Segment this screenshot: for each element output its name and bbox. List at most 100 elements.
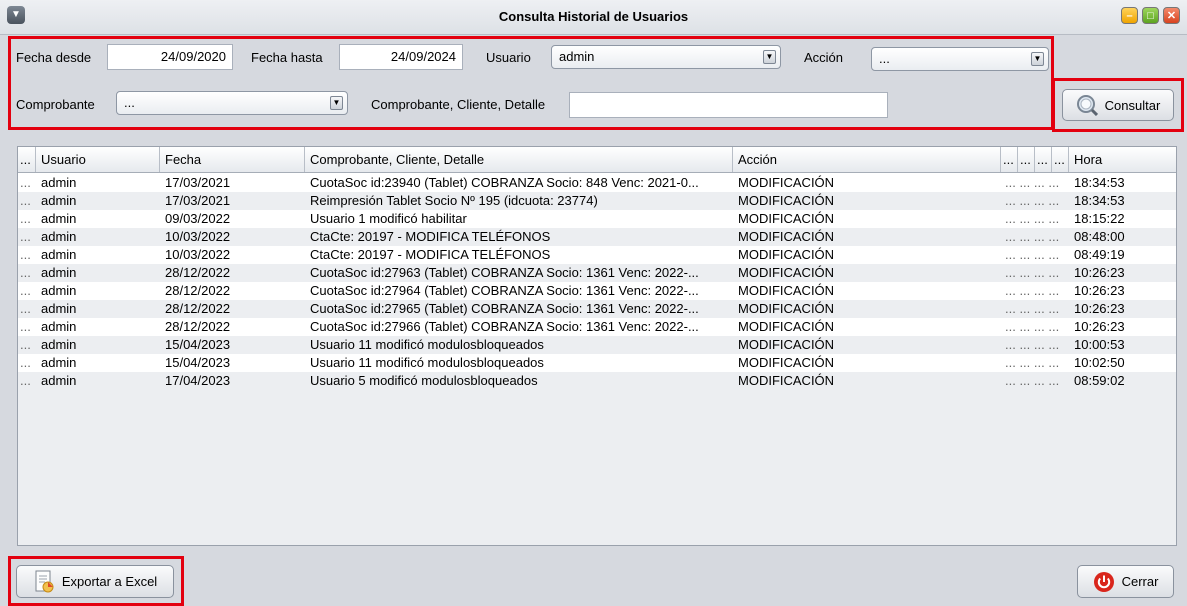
cell-accion: MODIFICACIÓN <box>738 319 835 334</box>
detalle-label: Comprobante, Cliente, Detalle <box>371 97 546 112</box>
cell-hora: 10:26:23 <box>1074 265 1125 280</box>
historial-table[interactable]: ... Usuario Fecha Comprobante, Cliente, … <box>17 146 1177 546</box>
column-header-accion[interactable]: Acción <box>733 147 1001 172</box>
cell-detalle: CtaCte: 20197 - MODIFICA TELÉFONOS <box>310 247 551 262</box>
table-row[interactable]: ... admin 15/04/2023 Usuario 11 modificó mo… <box>18 336 1176 354</box>
column-header-hora[interactable]: Hora <box>1069 147 1176 172</box>
column-header-dots[interactable]: ... <box>1052 147 1069 172</box>
table-row[interactable]: ... admin 17/04/2023 Usuario 5 modificó mod… <box>18 372 1176 390</box>
fecha-hasta-label: Fecha hasta <box>251 50 323 65</box>
cell-dots-group: ... ... ... ... <box>1005 355 1060 370</box>
cell-detalle: Usuario 1 modificó habilitar <box>310 211 467 226</box>
cell-fecha: 28/12/2022 <box>165 283 231 298</box>
column-header-detalle[interactable]: Comprobante, Cliente, Detalle <box>305 147 733 172</box>
cell-detalle: Usuario 11 modificó modulosbloqueados <box>310 337 544 352</box>
table-row[interactable]: ... admin 28/12/2022 CuotaSoc id:27965 (Tab… <box>18 300 1176 318</box>
exportar-excel-button[interactable]: Exportar a Excel <box>16 565 174 598</box>
cell-detalle: CuotaSoc id:23940 (Tablet) COBRANZA Soci… <box>310 175 699 190</box>
column-header-dots[interactable]: ... <box>1001 147 1018 172</box>
cerrar-label: Cerrar <box>1121 574 1159 589</box>
cell-fecha: 17/03/2021 <box>165 175 231 190</box>
cell-fecha: 15/04/2023 <box>165 355 231 370</box>
comprobante-select-value: ... <box>124 95 135 110</box>
cell-detalle: CuotaSoc id:27964 (Tablet) COBRANZA Soci… <box>310 283 699 298</box>
table-header: ... Usuario Fecha Comprobante, Cliente, … <box>18 147 1176 173</box>
accion-select[interactable]: ... ▼ <box>871 47 1049 71</box>
fecha-desde-label: Fecha desde <box>16 50 92 65</box>
cell-dots: ... <box>20 301 31 316</box>
column-header-fecha[interactable]: Fecha <box>160 147 305 172</box>
chevron-down-icon[interactable]: ▼ <box>763 50 776 64</box>
chevron-down-icon[interactable]: ▼ <box>330 96 343 110</box>
cell-dots: ... <box>20 355 31 370</box>
column-header-dots[interactable]: ... <box>18 147 36 172</box>
excel-document-icon <box>35 570 54 592</box>
table-row[interactable]: ... admin 10/03/2022 CtaCte: 20197 - MODIFI… <box>18 228 1176 246</box>
cell-fecha: 28/12/2022 <box>165 265 231 280</box>
cell-dots-group: ... ... ... ... <box>1005 265 1060 280</box>
comprobante-select[interactable]: ... ▼ <box>116 91 348 115</box>
cell-hora: 08:48:00 <box>1074 229 1125 244</box>
table-row[interactable]: ... admin 28/12/2022 CuotaSoc id:27966 (Tab… <box>18 318 1176 336</box>
cell-fecha: 17/03/2021 <box>165 193 231 208</box>
cell-dots: ... <box>20 373 31 388</box>
table-row[interactable]: ... admin 15/04/2023 Usuario 11 modificó mo… <box>18 354 1176 372</box>
cell-usuario: admin <box>41 301 77 316</box>
cell-detalle: Usuario 11 modificó modulosbloqueados <box>310 355 544 370</box>
power-icon <box>1093 571 1114 592</box>
magnifier-icon <box>1076 95 1098 116</box>
table-row[interactable]: ... admin 17/03/2021 Reimpresión Tablet Soc… <box>18 192 1176 210</box>
cell-dots-group: ... ... ... ... <box>1005 319 1060 334</box>
column-header-usuario[interactable]: Usuario <box>36 147 160 172</box>
detalle-search-field[interactable] <box>569 92 888 118</box>
cell-accion: MODIFICACIÓN <box>738 283 835 298</box>
cell-dots: ... <box>20 265 31 280</box>
cell-detalle: CuotaSoc id:27963 (Tablet) COBRANZA Soci… <box>310 265 699 280</box>
table-row[interactable]: ... admin 28/12/2022 CuotaSoc id:27964 (Tab… <box>18 282 1176 300</box>
cell-dots: ... <box>20 247 31 262</box>
table-row[interactable]: ... admin 28/12/2022 CuotaSoc id:27963 (Tab… <box>18 264 1176 282</box>
cell-usuario: admin <box>41 175 77 190</box>
fecha-hasta-field[interactable]: 24/09/2024 <box>339 44 463 70</box>
cell-usuario: admin <box>41 229 77 244</box>
consultar-button[interactable]: Consultar <box>1062 89 1174 121</box>
cell-hora: 08:59:02 <box>1074 373 1125 388</box>
cell-usuario: admin <box>41 283 77 298</box>
cell-fecha: 09/03/2022 <box>165 211 231 226</box>
cell-dots: ... <box>20 211 31 226</box>
cell-dots-group: ... ... ... ... <box>1005 193 1060 208</box>
table-row[interactable]: ... admin 10/03/2022 CtaCte: 20197 - MODIFI… <box>18 246 1176 264</box>
chevron-down-icon[interactable]: ▼ <box>1031 52 1044 66</box>
cell-detalle: CuotaSoc id:27965 (Tablet) COBRANZA Soci… <box>310 301 699 316</box>
cell-fecha: 28/12/2022 <box>165 319 231 334</box>
cell-dots: ... <box>20 319 31 334</box>
column-header-dots[interactable]: ... <box>1018 147 1035 172</box>
maximize-button[interactable]: □ <box>1142 7 1159 24</box>
cell-usuario: admin <box>41 373 77 388</box>
minimize-button[interactable]: – <box>1121 7 1138 24</box>
fecha-desde-field[interactable]: 24/09/2020 <box>107 44 233 70</box>
cell-hora: 10:26:23 <box>1074 319 1125 334</box>
cerrar-button[interactable]: Cerrar <box>1077 565 1174 598</box>
cell-fecha: 15/04/2023 <box>165 337 231 352</box>
cell-hora: 18:15:22 <box>1074 211 1125 226</box>
table-row[interactable]: ... admin 17/03/2021 CuotaSoc id:23940 (Tab… <box>18 174 1176 192</box>
cell-accion: MODIFICACIÓN <box>738 193 835 208</box>
close-window-button[interactable]: ✕ <box>1163 7 1180 24</box>
cell-hora: 18:34:53 <box>1074 175 1125 190</box>
cell-dots-group: ... ... ... ... <box>1005 301 1060 316</box>
cell-usuario: admin <box>41 355 77 370</box>
cell-fecha: 17/04/2023 <box>165 373 231 388</box>
cell-accion: MODIFICACIÓN <box>738 337 835 352</box>
column-header-dots[interactable]: ... <box>1035 147 1052 172</box>
table-row[interactable]: ... admin 09/03/2022 Usuario 1 modificó hab… <box>18 210 1176 228</box>
cell-dots: ... <box>20 175 31 190</box>
cell-dots: ... <box>20 283 31 298</box>
cell-usuario: admin <box>41 265 77 280</box>
cell-dots-group: ... ... ... ... <box>1005 373 1060 388</box>
cell-detalle: CuotaSoc id:27966 (Tablet) COBRANZA Soci… <box>310 319 699 334</box>
cell-hora: 10:02:50 <box>1074 355 1125 370</box>
cell-dots-group: ... ... ... ... <box>1005 337 1060 352</box>
usuario-select[interactable]: admin ▼ <box>551 45 781 69</box>
cell-accion: MODIFICACIÓN <box>738 247 835 262</box>
